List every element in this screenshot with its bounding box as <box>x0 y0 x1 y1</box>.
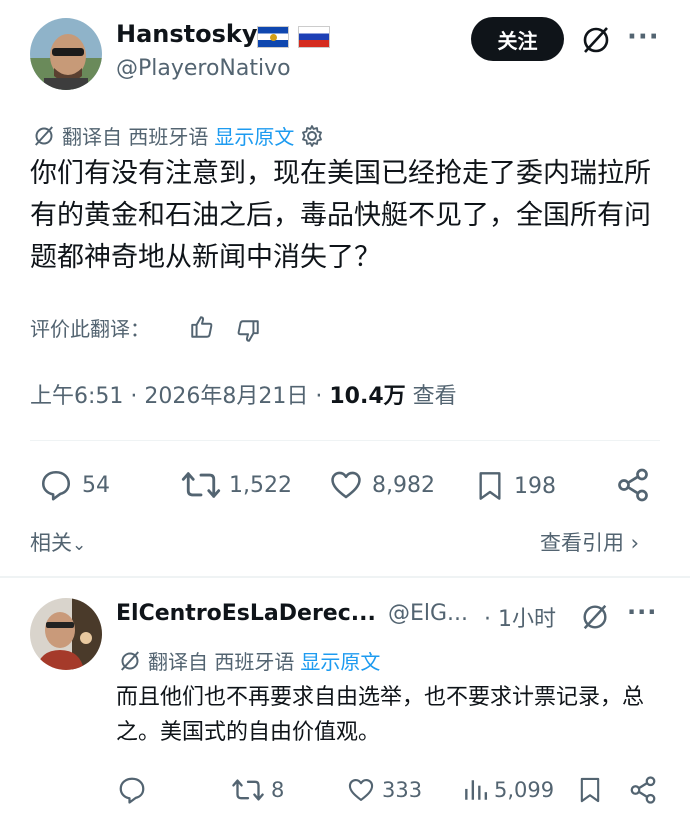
reply-icon[interactable] <box>116 775 148 805</box>
reply-time[interactable]: · 1小时 <box>484 601 556 633</box>
reply-like-button[interactable]: 333 <box>346 776 422 804</box>
views-label: 查看 <box>405 384 457 409</box>
like-count: 8,982 <box>372 472 435 498</box>
heart-icon <box>331 471 361 499</box>
views-chart-icon <box>465 780 488 800</box>
author-name[interactable]: Hanstosky <box>116 20 258 48</box>
bookmark-count: 198 <box>514 473 556 499</box>
reply-translation-info: 翻译自 西班牙语 显示原文 <box>118 646 380 675</box>
tweet-text: 你们有没有注意到，现在美国已经抢走了委内瑞拉所有的黄金和石油之后，毒品快艇不见了… <box>30 158 651 273</box>
reply-like-count: 333 <box>382 778 423 802</box>
reply-more-options-icon[interactable]: ··· <box>627 598 657 626</box>
section-divider <box>0 576 690 578</box>
retweet-icon <box>181 472 221 498</box>
view-quotes-label: 查看引用 <box>540 531 624 555</box>
related-label: 相关 <box>30 531 72 555</box>
translation-info: 翻译自 西班牙语 显示原文 <box>32 121 324 150</box>
reply-retweet-button[interactable]: 8 <box>231 776 284 804</box>
retweet-count: 1,522 <box>229 472 292 498</box>
show-original-link[interactable]: 显示原文 <box>214 121 294 150</box>
reply-icon <box>41 470 71 501</box>
tweet-meta: 上午6:51 · 2026年8月21日 · 10.4万 查看 <box>30 378 457 410</box>
grok-icon[interactable] <box>580 24 612 56</box>
retweet-icon <box>232 779 264 801</box>
gear-icon[interactable] <box>300 124 324 148</box>
share-icon[interactable] <box>615 467 651 503</box>
view-quotes-link[interactable]: 查看引用 › <box>540 527 639 557</box>
reply-retweet-count: 8 <box>271 778 285 802</box>
follow-button[interactable]: 关注 <box>471 17 564 61</box>
bookmark-icon <box>479 472 501 500</box>
rate-translation-label: 评价此翻译： <box>30 317 150 341</box>
reply-author-name[interactable]: ElCentroEsLaDerec... <box>116 601 376 626</box>
share-icon[interactable] <box>628 775 658 805</box>
russia-flag-icon <box>298 26 330 48</box>
grok-icon <box>35 125 53 146</box>
el-salvador-flag-icon <box>257 26 289 48</box>
bookmark-icon[interactable] <box>576 775 604 805</box>
reply-author-handle[interactable]: @ElG... <box>388 601 468 626</box>
related-dropdown[interactable]: 相关⌄ <box>30 527 86 557</box>
more-options-icon[interactable]: ··· <box>627 22 660 52</box>
chevron-down-icon: ⌄ <box>72 535 87 555</box>
reply-button[interactable]: 54 <box>38 468 110 502</box>
chevron-right-icon: › <box>624 531 640 555</box>
reply-count: 54 <box>82 472 110 498</box>
reply-views-count: 5,099 <box>494 778 555 802</box>
bookmark-button[interactable]: 198 <box>474 468 556 504</box>
grok-icon[interactable] <box>580 602 610 632</box>
author-handle[interactable]: @PlayeroNativo <box>116 56 291 81</box>
reply-views-button[interactable]: 5,099 <box>462 776 554 804</box>
author-avatar[interactable] <box>30 18 102 90</box>
reply-text: 而且他们也不再要求自由选举，也不要求计票记录，总之。美国式的自由价值观。 <box>116 685 645 745</box>
like-button[interactable]: 8,982 <box>328 468 435 502</box>
thumbs-down-icon[interactable] <box>235 318 261 344</box>
translated-from-label: 翻译自 西班牙语 <box>62 125 209 149</box>
thumbs-up-icon[interactable] <box>189 314 215 340</box>
heart-icon <box>348 779 374 801</box>
grok-icon <box>121 650 139 671</box>
reply-show-original-link[interactable]: 显示原文 <box>300 646 380 675</box>
divider <box>30 440 660 441</box>
views-count: 10.4万 <box>329 384 406 409</box>
tweet-time[interactable]: 上午6:51 · 2026年8月21日 · <box>30 384 329 409</box>
retweet-button[interactable]: 1,522 <box>181 468 292 502</box>
reply-author-avatar[interactable] <box>30 598 102 670</box>
reply-translated-from-label: 翻译自 西班牙语 <box>148 650 295 674</box>
